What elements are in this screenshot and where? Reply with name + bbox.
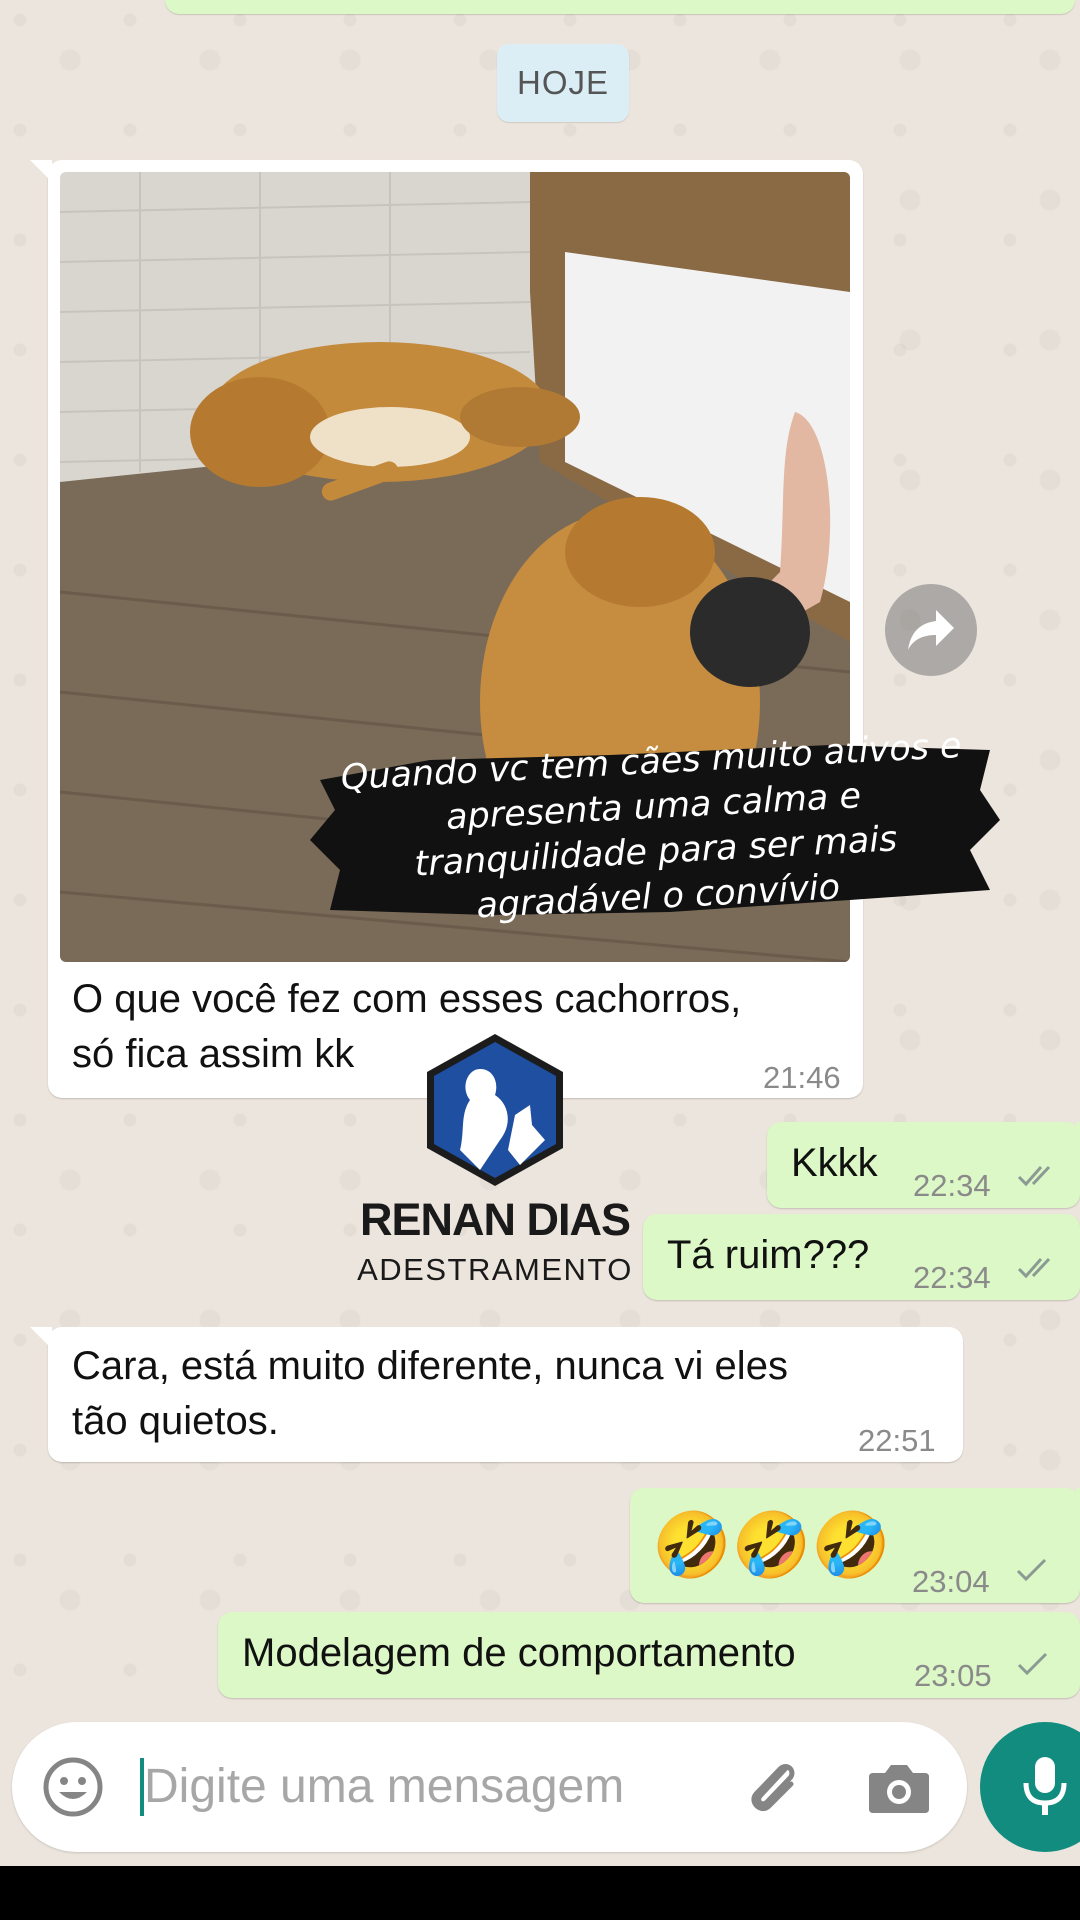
- message-text: O que você fez com esses cachorros,: [72, 977, 742, 1021]
- bubble-tail: [1076, 1122, 1080, 1144]
- message-text: tão quietos.: [72, 1399, 279, 1443]
- microphone-icon: [1023, 1757, 1067, 1815]
- message-text: Modelagem de comportamento: [242, 1631, 796, 1675]
- message-time: 22:51: [858, 1423, 936, 1458]
- message-text: Kkkk: [791, 1141, 878, 1185]
- message-text: Tá ruim???: [667, 1233, 870, 1277]
- brand-title: RENAN DIAS: [359, 1194, 631, 1245]
- bubble-tail: [1076, 1488, 1080, 1510]
- message-time: 22:34: [913, 1168, 991, 1203]
- check-icon: [1017, 1652, 1048, 1676]
- message-composer: Digite uma mensagem: [12, 1722, 967, 1852]
- double-check-icon: [1017, 1257, 1051, 1279]
- message-bubble[interactable]: Tá ruim??? 22:34: [643, 1214, 1080, 1300]
- message-input[interactable]: Digite uma mensagem: [140, 1758, 624, 1816]
- forward-button[interactable]: [885, 584, 977, 676]
- camera-icon[interactable]: [867, 1759, 931, 1815]
- date-separator: HOJE: [497, 44, 629, 122]
- brand-logo-icon: [427, 1034, 563, 1186]
- system-navigation-bar: [0, 1866, 1080, 1920]
- message-time: 21:46: [763, 1060, 841, 1095]
- message-bubble[interactable]: Cara, está muito diferente, nunca vi ele…: [30, 1327, 963, 1462]
- message-bubble[interactable]: Kkkk 22:34: [767, 1122, 1080, 1208]
- brand-subtitle: ADESTRAMENTO: [357, 1252, 633, 1287]
- check-icon: [1016, 1558, 1047, 1582]
- bubble-tail: [30, 1327, 52, 1349]
- message-time: 23:05: [914, 1658, 992, 1693]
- message-time: 23:04: [912, 1564, 990, 1599]
- message-bubble[interactable]: Modelagem de comportamento 23:05: [218, 1612, 1080, 1698]
- paperclip-icon[interactable]: [742, 1756, 804, 1818]
- bubble-tail: [30, 160, 52, 182]
- message-bubble[interactable]: 🤣🤣🤣 23:04: [630, 1488, 1080, 1603]
- double-check-icon: [1017, 1165, 1051, 1187]
- message-time: 22:34: [913, 1260, 991, 1295]
- message-emoji: 🤣🤣🤣: [652, 1509, 892, 1581]
- forward-icon: [908, 610, 954, 650]
- brand-watermark: RENAN DIAS ADESTRAMENTO: [345, 1030, 645, 1290]
- emoji-icon[interactable]: [42, 1756, 104, 1818]
- photo-caption: Quando vc tem cães muito ativos e aprese…: [310, 720, 1000, 940]
- image-message-bubble[interactable]: O que você fez com esses cachorros, só f…: [30, 160, 863, 1098]
- previous-message-bubble[interactable]: [165, 0, 1075, 14]
- message-text: Cara, está muito diferente, nunca vi ele…: [72, 1344, 788, 1388]
